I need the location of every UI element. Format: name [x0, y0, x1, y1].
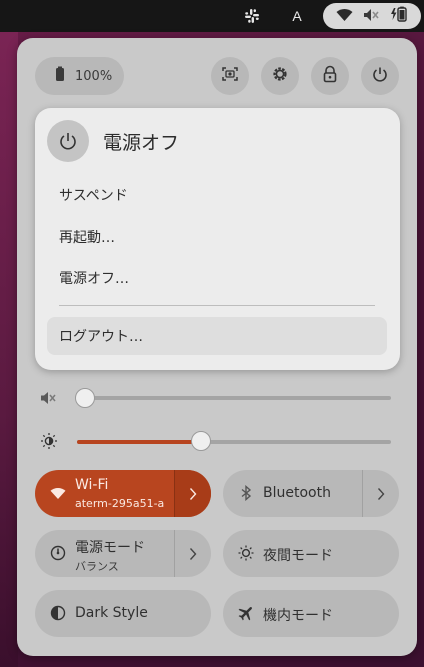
settings-button[interactable] — [261, 57, 299, 95]
menu-item-label: サスペンド — [59, 188, 128, 204]
menu-item-log-out[interactable]: ログアウト… — [47, 317, 387, 355]
brightness-slider-fill — [77, 440, 202, 444]
system-status-pill[interactable] — [323, 3, 421, 29]
power-menu: 電源オフ サスペンド 再起動… 電源オフ… ログアウト… — [35, 108, 400, 370]
power-mode-value: バランス — [75, 560, 119, 573]
wifi-menu-arrow[interactable] — [174, 470, 211, 517]
power-mode-label: 電源モード — [75, 540, 145, 556]
menu-item-power-off[interactable]: 電源オフ… — [47, 259, 387, 297]
menu-item-label: 電源オフ… — [59, 271, 129, 287]
volume-slider-track[interactable] — [77, 396, 391, 400]
night-light-toggle[interactable]: 夜間モード — [223, 530, 399, 577]
brightness-icon — [40, 432, 58, 450]
power-menu-header: 電源オフ — [47, 120, 179, 162]
power-mode-toggle[interactable]: 電源モード バランス — [35, 530, 211, 577]
wifi-label: Wi-Fi — [75, 477, 109, 493]
power-menu-title: 電源オフ — [103, 131, 180, 154]
power-icon — [372, 66, 388, 86]
menu-item-restart[interactable]: 再起動… — [47, 218, 387, 256]
bluetooth-toggle[interactable]: Bluetooth — [223, 470, 399, 517]
screenshot-button[interactable] — [211, 57, 249, 95]
volume-muted-icon[interactable] — [40, 389, 58, 407]
night-light-icon — [237, 544, 255, 562]
lock-button[interactable] — [311, 57, 349, 95]
battery-status-button[interactable]: 100% — [35, 57, 124, 95]
lock-icon — [322, 65, 338, 87]
wifi-icon — [49, 484, 67, 502]
volume-slider-handle[interactable] — [75, 388, 95, 408]
wifi-icon — [336, 7, 353, 26]
power-button[interactable] — [361, 57, 399, 95]
night-light-label: 夜間モード — [263, 548, 333, 564]
battery-charging-icon — [390, 6, 408, 26]
menu-item-suspend[interactable]: サスペンド — [47, 176, 387, 214]
power-mode-menu-arrow[interactable] — [174, 530, 211, 577]
dark-style-toggle[interactable]: Dark Style — [35, 590, 211, 637]
menu-item-label: ログアウト… — [59, 329, 143, 345]
airplane-icon — [237, 604, 255, 622]
dark-style-icon — [49, 604, 67, 622]
bluetooth-menu-arrow[interactable] — [362, 470, 399, 517]
wifi-network-name: aterm-295a51-a — [75, 497, 165, 510]
top-bar: A — [0, 0, 424, 32]
menu-separator — [59, 305, 375, 306]
input-method-indicator[interactable]: A — [286, 0, 308, 32]
wifi-toggle[interactable]: Wi-Fi aterm-295a51-a — [35, 470, 211, 517]
bluetooth-icon — [237, 484, 255, 502]
battery-full-icon — [53, 66, 67, 86]
airplane-mode-label: 機内モード — [263, 608, 333, 624]
battery-percent: 100% — [75, 68, 113, 84]
power-icon — [47, 120, 89, 162]
desktop-wallpaper — [0, 32, 18, 667]
slack-icon[interactable] — [240, 0, 264, 32]
power-mode-gauge-icon — [49, 544, 67, 562]
menu-item-label: 再起動… — [59, 230, 115, 246]
bluetooth-label: Bluetooth — [263, 485, 331, 501]
screenshot-icon — [221, 66, 239, 86]
volume-muted-icon — [363, 7, 380, 26]
dark-style-label: Dark Style — [75, 605, 148, 621]
airplane-mode-toggle[interactable]: 機内モード — [223, 590, 399, 637]
settings-icon — [271, 65, 289, 87]
